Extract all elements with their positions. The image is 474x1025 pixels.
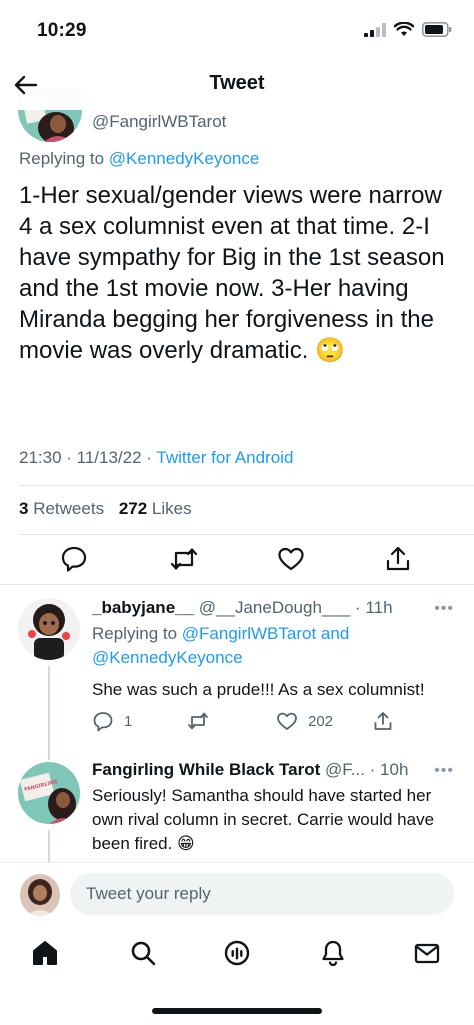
avatar[interactable]: FANGIRLING <box>18 762 80 824</box>
thread-line <box>48 830 50 862</box>
dot-separator: · <box>355 598 361 617</box>
meta-separator: · <box>61 448 77 467</box>
reply-text: She was such a prude!!! As a sex columni… <box>92 680 425 699</box>
tweet-stats: 3 Retweets 272 Likes <box>19 499 192 519</box>
retweet-button[interactable] <box>186 710 210 732</box>
thread-line <box>48 666 50 744</box>
page-title: Tweet <box>209 72 265 94</box>
home-indicator <box>152 1008 322 1014</box>
share-button[interactable] <box>384 544 412 574</box>
replying-prefix: Replying to <box>19 149 109 168</box>
reply-author-handle[interactable]: @F... <box>325 760 365 779</box>
replying-prefix: Replying to <box>92 624 182 643</box>
share-icon <box>386 546 410 571</box>
reply-text: Seriously! Samantha should have started … <box>92 786 435 853</box>
reply-time: 11h <box>365 598 393 617</box>
user-avatar-image <box>20 874 60 916</box>
likes-count: 272 <box>118 499 148 518</box>
envelope-icon <box>414 943 440 964</box>
reply-author-handle[interactable]: @__JaneDough___ <box>199 598 351 617</box>
reply-tweet[interactable]: FANGIRLING Fangirling While Black Tarot … <box>0 744 474 862</box>
spaces-icon <box>224 940 250 966</box>
share-icon <box>374 712 392 730</box>
status-icons <box>364 22 452 37</box>
cellular-signal-icon <box>364 22 386 37</box>
reply-input[interactable] <box>70 873 454 915</box>
tweet-text: 1-Her sexual/gender views were narrow 4 … <box>19 182 445 364</box>
tab-messages[interactable] <box>412 938 442 968</box>
reply-tweet[interactable]: _babyjane__ @__JaneDough___ · 11h ••• Re… <box>0 584 474 744</box>
avatar[interactable] <box>18 598 80 660</box>
replying-join: and <box>316 624 350 643</box>
bell-icon <box>322 940 344 967</box>
replying-to-line: Replying to @KennedyKeyonce <box>19 149 259 169</box>
reply-actions: 1 202 <box>92 710 412 734</box>
tab-home[interactable] <box>30 938 60 968</box>
reply-count: 1 <box>124 712 133 730</box>
tweet-source-link[interactable]: Twitter for Android <box>156 448 293 467</box>
like-button[interactable] <box>276 544 306 574</box>
meta-separator: · <box>141 448 157 467</box>
battery-icon <box>422 22 452 37</box>
reply-header: _babyjane__ @__JaneDough___ · 11h <box>92 598 393 618</box>
like-count: 202 <box>308 712 334 730</box>
heart-icon <box>277 712 297 730</box>
reply-button[interactable] <box>60 544 88 574</box>
status-time: 10:29 <box>37 20 87 41</box>
replying-to-link[interactable]: @KennedyKeyonce <box>109 149 260 168</box>
tweet-actions <box>0 544 474 578</box>
likes-label: Likes <box>151 499 192 518</box>
tweet-date: 11/13/22 <box>76 448 142 467</box>
reply-header: Fangirling While Black Tarot @F... · 10h <box>92 760 408 780</box>
reply-composer <box>0 862 474 926</box>
tab-search[interactable] <box>128 938 158 968</box>
retweet-icon <box>170 548 198 570</box>
retweets-stat[interactable]: 3 Retweets <box>19 499 104 518</box>
tweet-time: 21:30 <box>19 448 62 467</box>
reply-time: 10h <box>380 760 409 779</box>
home-icon <box>33 941 57 965</box>
avatar[interactable] <box>20 874 60 916</box>
bottom-tab-bar <box>0 926 474 1025</box>
reply-author-avatar-image <box>18 598 80 660</box>
tab-spaces[interactable] <box>222 938 252 968</box>
nav-bar: Tweet <box>0 60 474 110</box>
divider <box>19 534 474 535</box>
reply-author-name[interactable]: Fangirling While Black Tarot <box>92 760 320 779</box>
retweets-count: 3 <box>19 499 29 518</box>
likes-stat[interactable]: 272 Likes <box>119 499 192 518</box>
retweet-icon <box>188 712 208 730</box>
replying-to-link[interactable]: @KennedyKeyonce <box>92 648 243 667</box>
wifi-icon <box>394 22 414 36</box>
replying-to-line: Replying to @FangirlWBTarot and @KennedyK… <box>92 622 456 670</box>
divider <box>19 485 474 486</box>
retweets-label: Retweets <box>33 499 105 518</box>
reply-author-name[interactable]: _babyjane__ <box>92 598 194 617</box>
like-button[interactable]: 202 <box>276 710 333 732</box>
thread-line <box>48 744 50 760</box>
tab-notifications[interactable] <box>318 938 348 968</box>
author-handle[interactable]: @FangirlWBTarot <box>92 112 226 132</box>
reply-author-avatar-image: FANGIRLING <box>18 762 80 824</box>
tweet-meta: 21:30 · 11/13/22 · Twitter for Android <box>19 448 293 468</box>
share-button[interactable] <box>372 710 394 732</box>
more-options-icon[interactable]: ••• <box>434 600 454 618</box>
speech-bubble-icon <box>61 546 87 572</box>
status-bar: 10:29 <box>0 0 474 60</box>
replying-to-link[interactable]: @FangirlWBTarot <box>182 624 316 643</box>
reply-button[interactable]: 1 <box>92 710 132 732</box>
search-icon <box>131 941 156 966</box>
more-options-icon[interactable]: ••• <box>434 762 454 780</box>
retweet-button[interactable] <box>168 544 200 574</box>
heart-icon <box>278 547 304 571</box>
speech-bubble-icon <box>93 712 113 732</box>
dot-separator: · <box>364 760 381 779</box>
